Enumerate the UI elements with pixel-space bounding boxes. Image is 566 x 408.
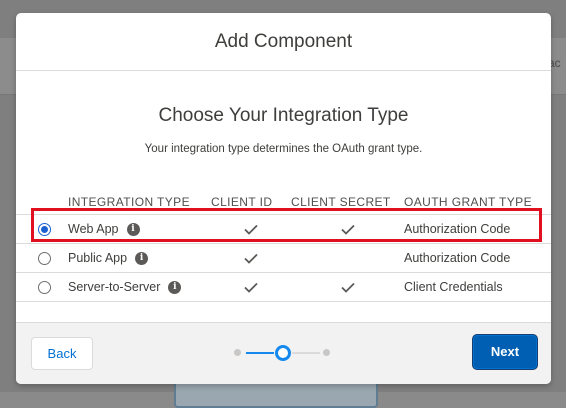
step-line-complete <box>246 352 274 354</box>
oauth-grant-type-value: Authorization Code <box>404 214 551 244</box>
modal-body: Choose Your Integration Type Your integr… <box>16 71 551 322</box>
header-integration-type: INTEGRATION TYPE <box>68 194 190 209</box>
modal-title: Add Component <box>214 30 353 52</box>
progress-stepper <box>234 345 334 361</box>
body-title: Choose Your Integration Type <box>158 105 409 126</box>
check-icon <box>244 283 258 293</box>
table-row[interactable]: Server-to-Server i Client Credentials <box>16 272 551 302</box>
web-app-radio[interactable] <box>38 223 51 237</box>
modal-footer: Back Next <box>16 322 551 384</box>
body-subtitle: Your integration type determines the OAu… <box>144 143 423 155</box>
public-app-radio[interactable] <box>38 252 51 266</box>
integration-type-label: Server-to-Server <box>68 279 161 294</box>
header-client-secret: CLIENT SECRET <box>291 194 391 209</box>
table-row[interactable]: Web App i Authorization Code <box>16 214 551 244</box>
info-icon[interactable]: i <box>135 252 149 266</box>
header-radio-spacer <box>16 189 68 215</box>
info-icon[interactable]: i <box>168 281 182 295</box>
integration-type-label: Public App <box>68 250 128 265</box>
check-icon <box>244 254 258 264</box>
header-client-id: CLIENT ID <box>211 194 273 209</box>
check-icon <box>340 283 355 293</box>
integration-type-table: INTEGRATION TYPE CLIENT ID CLIENT SECRET… <box>16 189 551 302</box>
oauth-grant-type-value: Authorization Code <box>404 243 551 273</box>
back-button[interactable]: Back <box>31 337 93 370</box>
modal-header: Add Component <box>16 13 551 71</box>
table-row[interactable]: Public App i Authorization Code <box>16 243 551 273</box>
server-to-server-radio[interactable] <box>38 281 51 295</box>
header-oauth-grant-type: OAUTH GRANT TYPE <box>404 194 532 209</box>
table-header-row: INTEGRATION TYPE CLIENT ID CLIENT SECRET… <box>16 189 551 215</box>
next-button[interactable]: Next <box>473 335 537 369</box>
add-component-modal: Add Component Choose Your Integration Ty… <box>16 13 551 384</box>
info-icon[interactable]: i <box>126 223 140 237</box>
oauth-grant-type-value: Client Credentials <box>404 272 551 302</box>
step-dot <box>234 349 241 356</box>
step-current-indicator <box>275 345 291 361</box>
check-icon <box>340 225 355 235</box>
step-dot <box>323 349 330 356</box>
check-icon <box>244 225 258 235</box>
empty-cell <box>291 243 404 273</box>
step-line-pending <box>292 352 320 354</box>
integration-type-label: Web App <box>68 221 119 236</box>
